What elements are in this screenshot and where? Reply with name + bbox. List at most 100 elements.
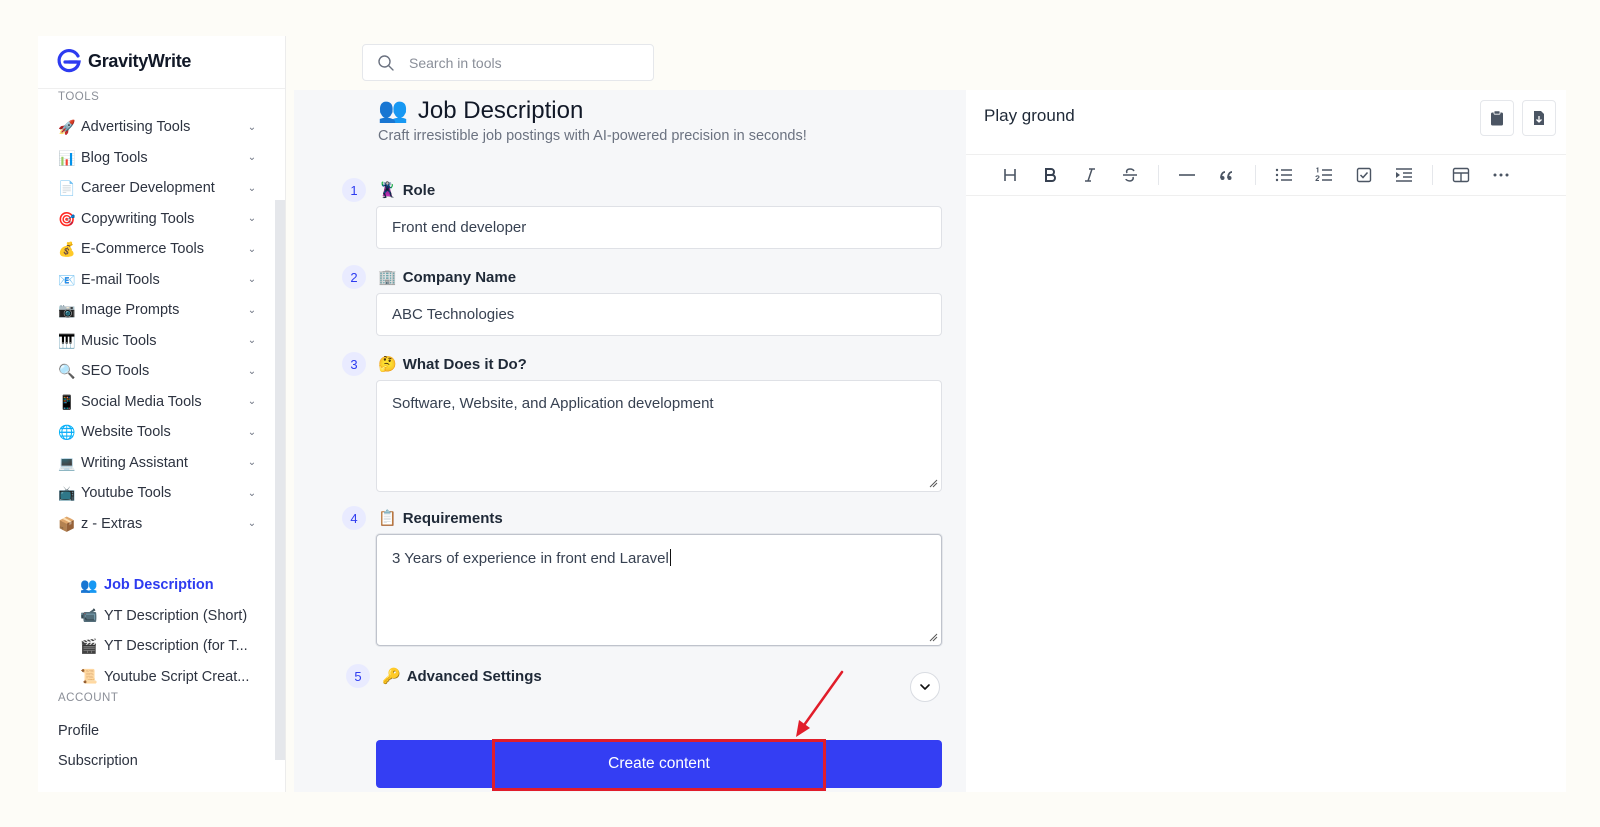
table-button[interactable] (1441, 159, 1481, 191)
chevron-down-icon[interactable]: ⌄ (246, 243, 258, 255)
sidebar-subitem-yt-description-long[interactable]: 🎬 YT Description (for T... (80, 631, 265, 662)
sidebar-subitem-job-description[interactable]: 👥 Job Description (80, 570, 265, 601)
role-input[interactable]: Front end developer (376, 206, 942, 249)
export-document-button[interactable] (1522, 100, 1556, 136)
phone-icon: 📱 (58, 393, 76, 410)
table-icon (1452, 167, 1470, 183)
more-button[interactable] (1481, 159, 1521, 191)
sidebar-subitem-youtube-script-creator[interactable]: 📜 Youtube Script Creat... (80, 662, 265, 693)
chevron-down-icon[interactable]: ⌄ (246, 365, 258, 377)
chevron-down-icon[interactable]: ⌄ (246, 335, 258, 347)
sidebar-item-writing-assistant[interactable]: 💻 Writing Assistant ⌄ (58, 448, 258, 479)
bullet-list-button[interactable] (1264, 159, 1304, 191)
advanced-settings-toggle[interactable] (910, 672, 940, 702)
package-icon: 📦 (58, 515, 76, 532)
tool-heading: 👥 Job Description (378, 96, 583, 125)
sidebar-subitem-yt-description-short[interactable]: 📹 YT Description (Short) (80, 601, 265, 632)
playground-actions (1480, 100, 1556, 136)
people-icon: 👥 (80, 576, 98, 593)
search-input[interactable] (409, 54, 629, 71)
account-heading: ACCOUNT (58, 692, 119, 704)
chevron-down-icon[interactable]: ⌄ (246, 152, 258, 164)
tool-description: Craft irresistible job postings with AI-… (378, 128, 807, 144)
chevron-down-icon[interactable]: ⌄ (246, 213, 258, 225)
playground-editor[interactable] (966, 197, 1566, 787)
chevron-down-icon[interactable]: ⌄ (246, 518, 258, 530)
text-caret (669, 549, 671, 566)
chevron-down-icon[interactable]: ⌄ (246, 396, 258, 408)
copy-button[interactable] (1480, 100, 1514, 136)
tool-search[interactable] (362, 44, 654, 81)
more-icon (1493, 173, 1509, 177)
chevron-down-icon[interactable]: ⌄ (246, 274, 258, 286)
sidebar-scrollbar[interactable] (275, 200, 285, 760)
keyboard-icon: 🎹 (58, 332, 76, 349)
sidebar-item-blog-tools[interactable]: 📊 Blog Tools ⌄ (58, 143, 258, 174)
sidebar-item-advertising-tools[interactable]: 🚀 Advertising Tools ⌄ (58, 112, 258, 143)
ordered-list-button[interactable] (1304, 159, 1344, 191)
blockquote-icon (1220, 171, 1233, 180)
strikethrough-icon (1123, 168, 1137, 182)
bar-chart-icon: 📊 (58, 149, 76, 166)
brand-logo[interactable]: GravityWrite (56, 48, 191, 74)
chevron-down-icon[interactable]: ⌄ (246, 182, 258, 194)
sidebar-item-social-media-tools[interactable]: 📱 Social Media Tools ⌄ (58, 387, 258, 418)
step-number: 1 (342, 178, 366, 202)
field-label: Requirements (402, 509, 503, 527)
sidebar-item-seo-tools[interactable]: 🔍 SEO Tools ⌄ (58, 356, 258, 387)
heading-button[interactable] (990, 159, 1030, 191)
bold-button[interactable] (1030, 159, 1070, 191)
sidebar-item-email-tools[interactable]: 📧 E-mail Tools ⌄ (58, 265, 258, 296)
account-list: Profile Subscription (58, 716, 138, 776)
sidebar-item-ecommerce-tools[interactable]: 💰 E-Commerce Tools ⌄ (58, 234, 258, 265)
chevron-down-icon[interactable]: ⌄ (246, 304, 258, 316)
building-icon: 🏢 (378, 269, 397, 286)
page-title: Job Description (417, 96, 584, 124)
clapperboard-icon: 🎬 (80, 637, 98, 654)
horizontal-rule-button[interactable] (1167, 159, 1207, 191)
sidebar-item-career-development[interactable]: 📄 Career Development ⌄ (58, 173, 258, 204)
chevron-down-icon[interactable]: ⌄ (246, 426, 258, 438)
clipboard-icon: 📋 (378, 510, 397, 527)
italic-button[interactable] (1070, 159, 1110, 191)
tv-icon: 📺 (58, 485, 76, 502)
field-label: Company Name (402, 268, 517, 286)
people-icon: 👥 (378, 97, 408, 124)
step-requirements: 4 📋 Requirements (342, 506, 503, 530)
step-number: 2 (342, 265, 366, 289)
resize-handle-icon[interactable] (928, 478, 938, 488)
sidebar-item-music-tools[interactable]: 🎹 Music Tools ⌄ (58, 326, 258, 357)
clipboard-icon (1491, 110, 1503, 126)
sidebar-item-youtube-tools[interactable]: 📺 Youtube Tools ⌄ (58, 478, 258, 509)
resize-handle-icon[interactable] (928, 632, 938, 642)
strikethrough-button[interactable] (1110, 159, 1150, 191)
sidebar-item-image-prompts[interactable]: 📷 Image Prompts ⌄ (58, 295, 258, 326)
what-does-it-do-textarea[interactable]: Software, Website, and Application devel… (376, 380, 942, 492)
sidebar-item-z-extras[interactable]: 📦 z - Extras ⌄ (58, 509, 258, 540)
blockquote-button[interactable] (1207, 159, 1247, 191)
sidebar-item-profile[interactable]: Profile (58, 716, 138, 746)
task-list-icon (1356, 167, 1372, 183)
playground-panel: Play ground (966, 90, 1566, 792)
step-number: 3 (342, 352, 366, 376)
bold-icon (1045, 168, 1056, 182)
indent-button[interactable] (1384, 159, 1424, 191)
chevron-down-icon[interactable]: ⌄ (246, 457, 258, 469)
toolbar-separator (1432, 165, 1433, 185)
horizontal-rule-icon (1179, 174, 1195, 176)
task-list-button[interactable] (1344, 159, 1384, 191)
requirements-textarea[interactable]: 3 Years of experience in front end Larav… (376, 534, 942, 646)
chevron-down-icon[interactable]: ⌄ (246, 487, 258, 499)
create-content-button[interactable]: Create content (376, 740, 942, 788)
chevron-down-icon[interactable]: ⌄ (246, 121, 258, 133)
company-name-input[interactable]: ABC Technologies (376, 293, 942, 336)
sidebar-item-website-tools[interactable]: 🌐 Website Tools ⌄ (58, 417, 258, 448)
sidebar-item-copywriting-tools[interactable]: 🎯 Copywriting Tools ⌄ (58, 204, 258, 235)
toolbar-separator (1255, 165, 1256, 185)
search-icon (378, 54, 394, 71)
brand-name: GravityWrite (88, 50, 192, 71)
field-label: What Does it Do? (402, 355, 527, 373)
field-label: Advanced Settings (406, 667, 542, 685)
sidebar-item-subscription[interactable]: Subscription (58, 746, 138, 776)
step-advanced-settings[interactable]: 5 🔑 Advanced Settings (346, 664, 542, 688)
